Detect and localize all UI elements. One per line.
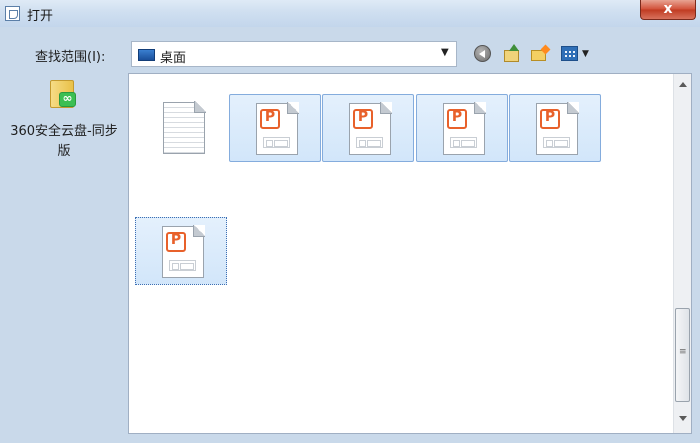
file-list[interactable] [128, 73, 692, 434]
new-folder-icon[interactable] [531, 44, 551, 62]
back-icon[interactable] [474, 45, 491, 62]
chevron-down-icon: ▼ [441, 47, 449, 58]
grip-icon: ≡ [679, 347, 687, 357]
lookin-dropdown[interactable]: 桌面 ▼ [131, 41, 457, 67]
file-item[interactable] [135, 217, 227, 285]
up-folder-icon[interactable] [503, 44, 521, 63]
views-menu-icon[interactable]: ▼ [561, 46, 592, 62]
close-button[interactable]: x [640, 0, 696, 20]
file-item[interactable] [416, 94, 508, 162]
places-bar: 360安全云盘-同步版 [0, 74, 126, 443]
window-title: 打开 [27, 9, 54, 24]
vertical-scrollbar[interactable]: ≡ [673, 74, 691, 433]
file-item[interactable] [509, 94, 601, 162]
file-item[interactable] [322, 94, 414, 162]
wps-presentation-icon [349, 102, 392, 155]
wps-presentation-icon [443, 102, 486, 155]
desktop-icon [138, 49, 155, 61]
lookin-value: 桌面 [160, 51, 187, 66]
file-item[interactable] [229, 94, 321, 162]
scroll-up-icon[interactable] [679, 82, 687, 87]
title-bar: 打开 x [0, 0, 700, 27]
text-document-icon [163, 101, 206, 154]
scroll-thumb[interactable]: ≡ [675, 308, 690, 402]
app-icon [5, 6, 20, 21]
place-360-cloud[interactable]: 360安全云盘-同步版 [8, 78, 120, 162]
place-label: 360安全云盘-同步版 [10, 124, 118, 159]
lookin-label: 查找范围(I): [35, 50, 106, 65]
close-icon: x [663, 1, 673, 17]
360-cloud-folder-icon [50, 78, 78, 108]
wps-presentation-icon [536, 102, 579, 155]
wps-presentation-icon [256, 102, 299, 155]
wps-presentation-icon [162, 225, 205, 278]
scroll-down-icon[interactable] [679, 416, 687, 421]
file-item[interactable] [137, 94, 229, 162]
